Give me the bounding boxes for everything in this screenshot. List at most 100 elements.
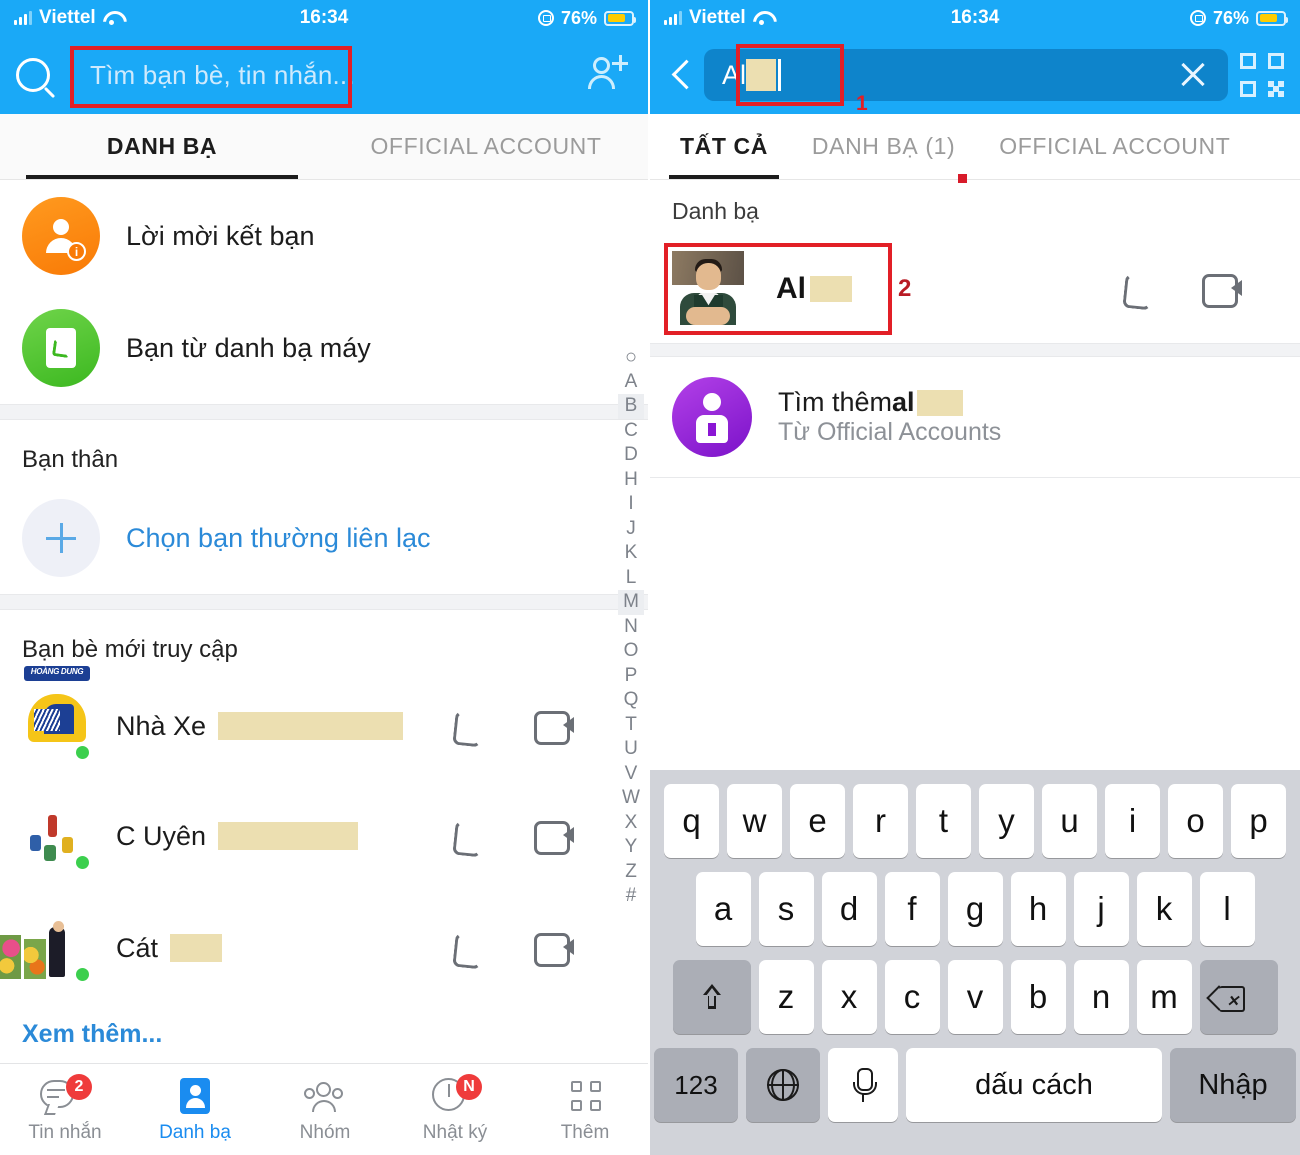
index-letter[interactable]: #: [626, 884, 637, 909]
index-letter[interactable]: V: [625, 762, 638, 787]
key-f[interactable]: f: [884, 872, 940, 946]
menu-item-friend-requests[interactable]: i Lời mời kết bạn: [0, 180, 648, 292]
tab-official-account[interactable]: OFFICIAL ACCOUNT: [977, 114, 1252, 179]
key-y[interactable]: y: [979, 784, 1034, 858]
index-letter[interactable]: J: [626, 517, 636, 542]
nav-item-more[interactable]: Thêm: [520, 1064, 648, 1155]
nav-item-contacts[interactable]: Danh bạ: [130, 1064, 260, 1155]
index-letter[interactable]: Y: [625, 835, 638, 860]
index-letter[interactable]: P: [625, 664, 638, 689]
phone-call-icon[interactable]: [1118, 272, 1152, 306]
key-m[interactable]: m: [1136, 960, 1192, 1034]
contact-row[interactable]: HOÀNG DUNG Nhà Xe: [0, 666, 648, 780]
right-search-header: Al 1: [650, 36, 1300, 115]
index-letter[interactable]: M: [618, 590, 644, 615]
nav-label: Tin nhắn: [28, 1121, 102, 1143]
nav-item-timeline[interactable]: N Nhật ký: [390, 1064, 520, 1155]
key-space[interactable]: dấu cách: [906, 1048, 1162, 1122]
key-h[interactable]: h: [1010, 872, 1066, 946]
key-k[interactable]: k: [1136, 872, 1192, 946]
key-j[interactable]: j: [1073, 872, 1129, 946]
index-letter[interactable]: N: [624, 615, 638, 640]
key-d[interactable]: d: [821, 872, 877, 946]
index-letter[interactable]: Q: [624, 688, 639, 713]
index-search-icon[interactable]: ○: [625, 345, 637, 370]
index-letter[interactable]: A: [625, 370, 638, 395]
key-q[interactable]: q: [664, 784, 719, 858]
key-x[interactable]: x: [821, 960, 877, 1034]
microphone-icon[interactable]: [828, 1048, 898, 1122]
key-p[interactable]: p: [1231, 784, 1286, 858]
nav-item-messages[interactable]: 2 Tin nhắn: [0, 1064, 130, 1155]
clear-x-icon[interactable]: [1176, 58, 1210, 92]
index-letter[interactable]: H: [624, 468, 638, 493]
key-r[interactable]: r: [853, 784, 908, 858]
video-call-icon[interactable]: [534, 933, 576, 967]
rotation-lock-icon: [1189, 10, 1206, 26]
key-o[interactable]: o: [1168, 784, 1223, 858]
pick-frequent-friend-row[interactable]: Chọn bạn thường liên lạc: [0, 482, 648, 594]
search-result-contact-row[interactable]: Al 2: [650, 235, 1300, 343]
index-letter[interactable]: I: [628, 492, 633, 517]
nav-item-groups[interactable]: Nhóm: [260, 1064, 390, 1155]
key-e[interactable]: e: [790, 784, 845, 858]
tab-danh-ba[interactable]: DANH BẠ (1): [790, 114, 977, 179]
official-account-search-row[interactable]: Tìm thêm al Từ Official Accounts: [650, 357, 1300, 477]
index-letter[interactable]: L: [626, 566, 637, 591]
key-numbers[interactable]: 123: [654, 1048, 738, 1122]
contact-row[interactable]: Cát: [0, 892, 648, 1004]
search-input[interactable]: Tìm bạn bè, tin nhắn...: [70, 44, 584, 108]
video-call-icon[interactable]: [1202, 274, 1244, 308]
index-letter[interactable]: U: [624, 737, 638, 762]
video-call-icon[interactable]: [534, 711, 576, 745]
index-letter[interactable]: D: [624, 443, 638, 468]
index-letter[interactable]: X: [625, 811, 638, 836]
shift-icon[interactable]: [672, 960, 751, 1034]
contact-row[interactable]: C Uyên: [0, 780, 648, 892]
index-letter[interactable]: C: [624, 419, 638, 444]
see-more-link[interactable]: Xem thêm...: [0, 1004, 648, 1059]
key-u[interactable]: u: [1042, 784, 1097, 858]
video-call-icon[interactable]: [534, 821, 576, 855]
result-contact-name: Al: [776, 272, 852, 306]
key-t[interactable]: t: [916, 784, 971, 858]
index-letter[interactable]: B: [618, 394, 644, 419]
search-value: Al: [722, 59, 747, 90]
phone-call-icon[interactable]: [448, 931, 482, 965]
key-c[interactable]: c: [884, 960, 940, 1034]
search-input[interactable]: Al: [704, 49, 1228, 101]
qr-code-icon[interactable]: [1238, 51, 1286, 99]
phone-call-icon[interactable]: [448, 709, 482, 743]
key-z[interactable]: z: [758, 960, 814, 1034]
index-letter[interactable]: K: [625, 541, 638, 566]
index-letter[interactable]: T: [625, 713, 637, 738]
key-v[interactable]: v: [947, 960, 1003, 1034]
battery-icon: [604, 10, 636, 26]
menu-item-phonebook[interactable]: Bạn từ danh bạ máy: [0, 292, 648, 404]
tab-danh-ba[interactable]: DANH BẠ: [0, 114, 324, 179]
tab-official-account[interactable]: OFFICIAL ACCOUNT: [324, 114, 648, 179]
index-letter[interactable]: O: [624, 639, 639, 664]
key-g[interactable]: g: [947, 872, 1003, 946]
index-letter[interactable]: Z: [625, 860, 637, 885]
index-letter[interactable]: W: [622, 786, 640, 811]
key-i[interactable]: i: [1105, 784, 1160, 858]
globe-icon[interactable]: [746, 1048, 820, 1122]
back-chevron-icon[interactable]: [664, 58, 698, 92]
contact-actions: [448, 709, 626, 745]
key-l[interactable]: l: [1199, 872, 1255, 946]
phone-call-icon[interactable]: [448, 819, 482, 853]
add-friend-icon[interactable]: [584, 51, 632, 99]
alphabet-index[interactable]: ○ A B C D H I J K L M N O P Q T U V W X …: [618, 345, 644, 909]
nav-label: Thêm: [560, 1121, 610, 1143]
key-b[interactable]: b: [1010, 960, 1066, 1034]
key-enter[interactable]: Nhập: [1170, 1048, 1296, 1122]
key-w[interactable]: w: [727, 784, 782, 858]
key-n[interactable]: n: [1073, 960, 1129, 1034]
tab-all[interactable]: TẤT CẢ: [658, 114, 790, 179]
key-s[interactable]: s: [758, 872, 814, 946]
backspace-icon[interactable]: ✕: [1199, 960, 1278, 1034]
key-a[interactable]: a: [695, 872, 751, 946]
result-actions: [1118, 272, 1278, 308]
annotation-number-2: 2: [898, 275, 912, 302]
